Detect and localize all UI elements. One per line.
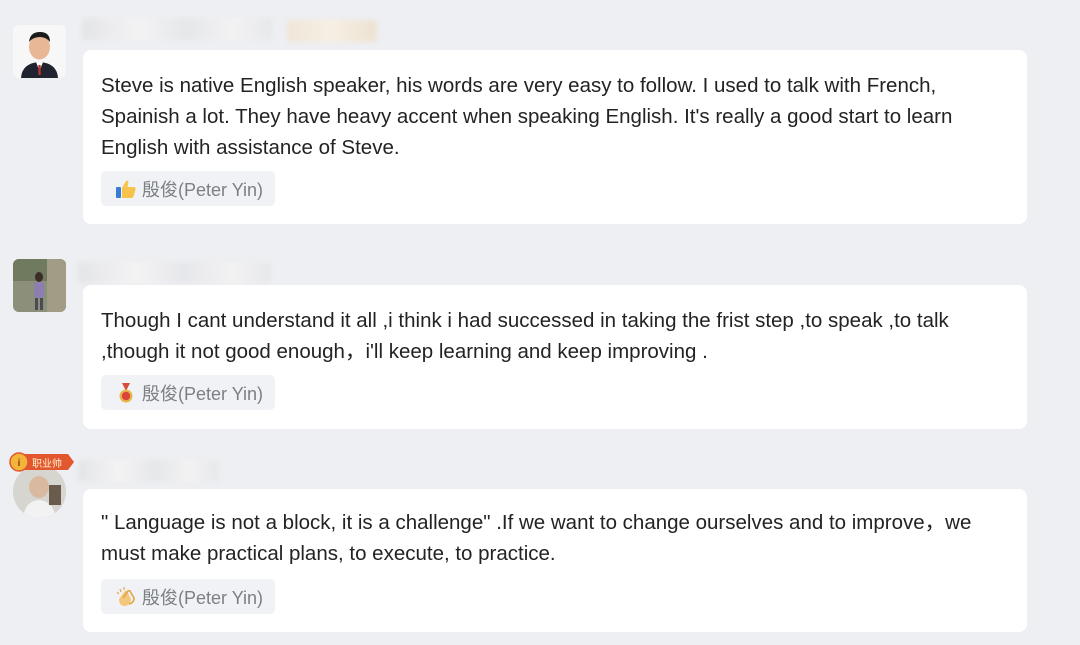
comment-card: Steve is native English speaker, his wor… [83,50,1027,224]
avatar[interactable] [13,259,66,312]
reaction-chip[interactable]: 殷俊(Peter Yin) [101,171,276,206]
username-blurred [287,20,377,42]
comment-text: Steve is native English speaker, his wor… [101,74,953,159]
comment-card: " Language is not a block, it is a chall… [83,489,1027,632]
reaction-chip[interactable]: 殷俊(Peter Yin) [101,579,276,614]
avatar-badge: i 职业帅 [8,451,74,473]
username-blurred [78,460,218,482]
username-blurred [78,262,271,284]
comment-card: Though I cant understand it all ,i think… [83,285,1027,429]
clapping-hands-icon [114,585,138,609]
comment-text: Though I cant understand it all ,i think… [101,309,949,363]
reaction-user-name: 殷俊(Peter Yin) [142,587,264,608]
reaction-user-name: 殷俊(Peter Yin) [142,383,264,404]
comment-text: " Language is not a block, it is a chall… [101,511,972,565]
reaction-chip[interactable]: 殷俊(Peter Yin) [101,375,276,410]
medal-icon [114,381,138,405]
svg-text:i: i [18,458,21,469]
thumbs-up-icon [114,177,138,201]
reaction-user-name: 殷俊(Peter Yin) [142,179,264,200]
username-blurred [82,18,272,40]
avatar-badge-label: 职业帅 [32,459,62,470]
avatar[interactable] [13,25,66,78]
